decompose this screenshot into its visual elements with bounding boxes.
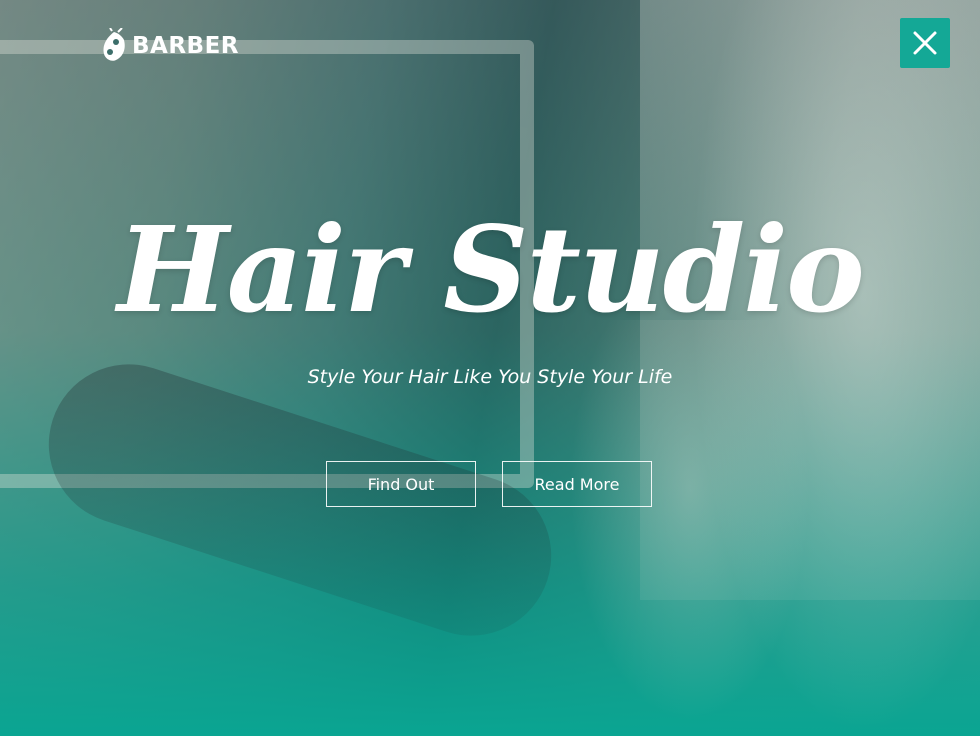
close-icon bbox=[913, 31, 937, 55]
close-button[interactable] bbox=[900, 18, 950, 68]
brand-logo[interactable]: BARBER bbox=[98, 28, 239, 64]
brand-name: BARBER bbox=[132, 33, 239, 59]
hero-subtitle: Style Your Hair Like You Style Your Life bbox=[307, 366, 673, 388]
hero-section: BARBER Hair Studio Style Your Hair Like … bbox=[0, 0, 980, 736]
hero-title: Hair Studio bbox=[117, 200, 865, 339]
barber-logo-icon bbox=[103, 28, 125, 61]
read-more-button[interactable]: Read More bbox=[502, 461, 652, 507]
find-out-button[interactable]: Find Out bbox=[326, 461, 476, 507]
